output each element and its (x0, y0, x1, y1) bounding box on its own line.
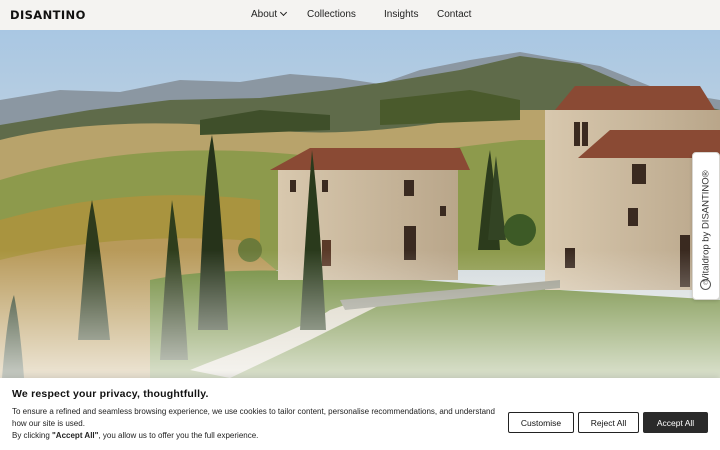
accept-all-button[interactable]: Accept All (643, 412, 708, 433)
cookie-banner-line1: To ensure a refined and seamless browsin… (12, 407, 495, 428)
registered-mark: ® (700, 170, 712, 178)
cookie-line2-suffix: , you allow us to offer you the full exp… (98, 431, 259, 440)
nav-item-contact[interactable]: Contact (437, 9, 471, 20)
nav-item-about-label: About (251, 9, 278, 20)
cookie-banner-title: We respect your privacy, thoughtfully. (12, 388, 209, 400)
cookie-banner-line2: By clicking "Accept All", you allow us t… (12, 430, 502, 442)
copyright-circle-icon: © (700, 279, 711, 290)
customise-button[interactable]: Customise (508, 412, 574, 433)
cookie-line2-prefix: By clicking (12, 431, 53, 440)
site-header: DISANTINO About Collections Insights Con… (0, 0, 720, 31)
nav-item-about[interactable]: About (251, 8, 288, 20)
cookie-line2-bold: "Accept All" (52, 431, 99, 440)
vitaldrop-side-tab[interactable]: Vitaldrop by DISANTINO® © (692, 152, 720, 300)
chevron-down-icon (280, 8, 288, 17)
reject-all-button[interactable]: Reject All (578, 412, 639, 433)
cookie-banner: We respect your privacy, thoughtfully. T… (0, 378, 720, 450)
side-tab-label: Vitaldrop by DISANTINO® (701, 170, 712, 281)
nav-item-insights[interactable]: Insights (384, 9, 418, 20)
hero-image (0, 30, 720, 378)
brand-logo[interactable]: DISANTINO (10, 8, 86, 22)
cookie-banner-text: To ensure a refined and seamless browsin… (12, 406, 502, 442)
nav-item-collections[interactable]: Collections (307, 9, 356, 20)
side-tab-label-text: Vitaldrop by DISANTINO (700, 177, 712, 282)
